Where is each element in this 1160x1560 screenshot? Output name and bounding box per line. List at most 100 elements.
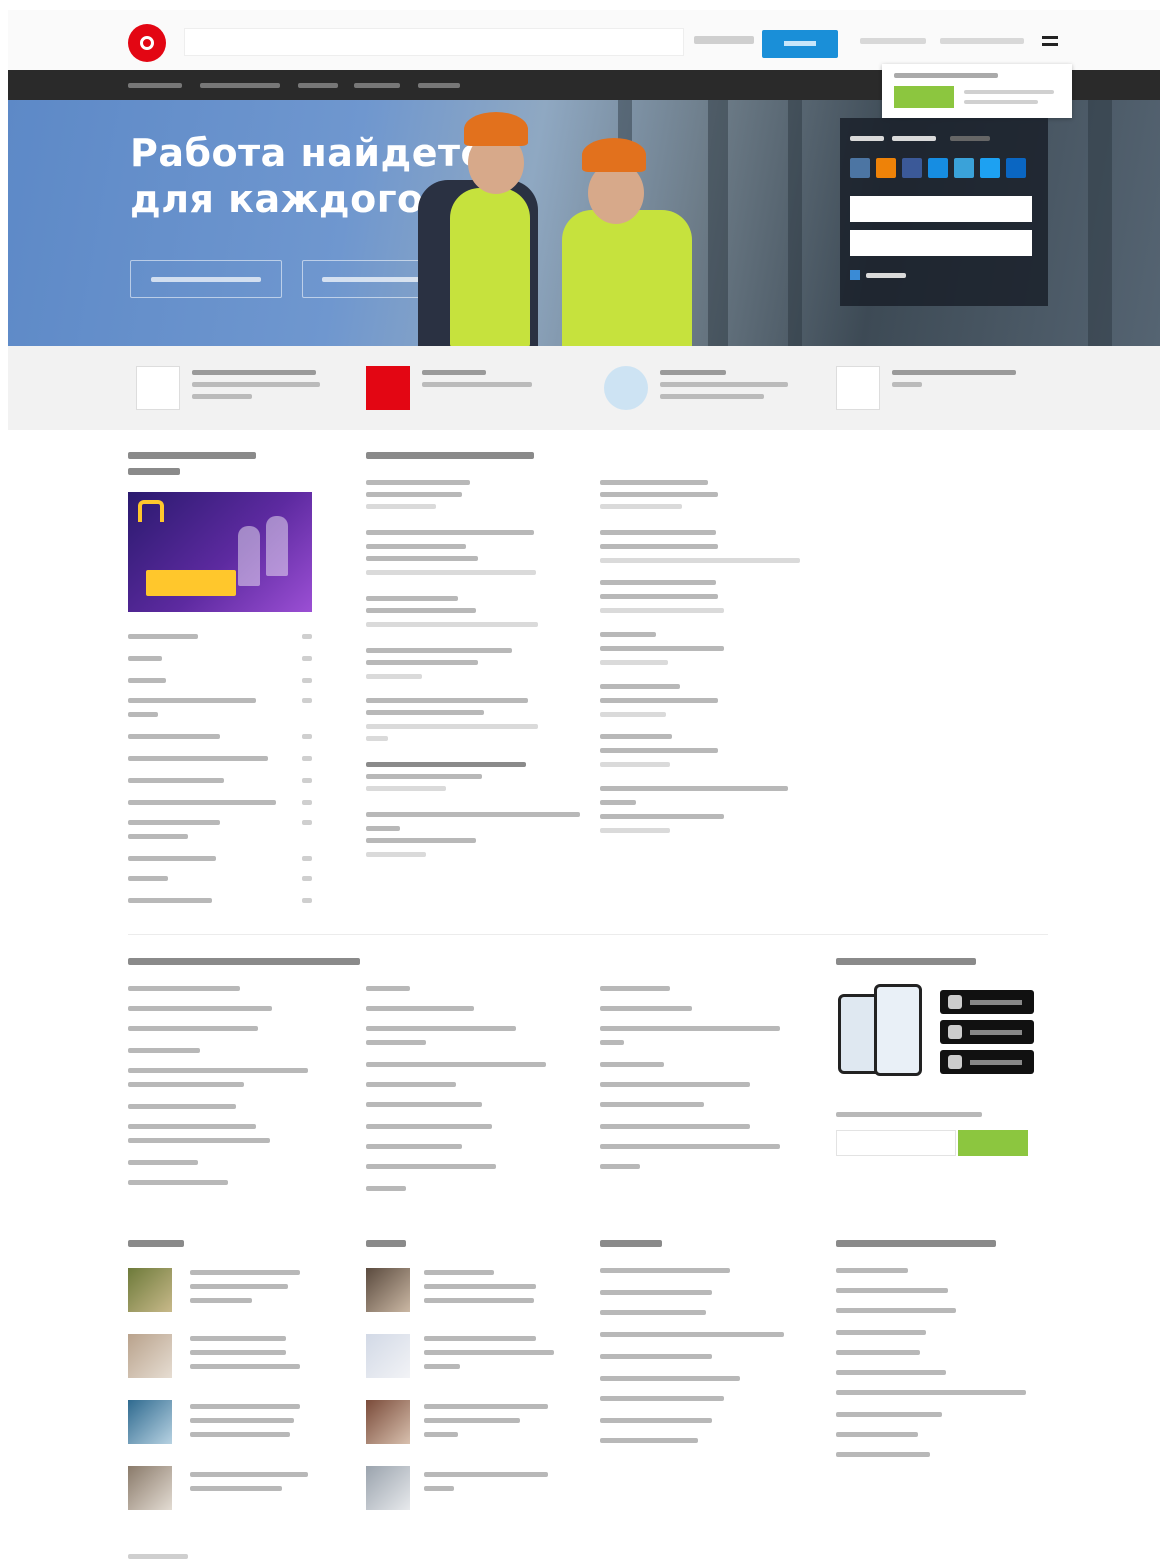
region-selector[interactable] [694,36,754,44]
list-link[interactable] [836,1330,926,1335]
company-link[interactable] [128,778,224,783]
vacancy-title[interactable] [366,480,470,485]
vacancy-title[interactable] [366,596,458,601]
profession-link[interactable] [366,986,410,991]
subscribe-email-input[interactable] [836,1130,956,1156]
company-link[interactable] [128,834,188,839]
profession-link[interactable] [600,1062,664,1067]
article-thumbnail[interactable] [366,1334,410,1378]
company-link[interactable] [128,800,276,805]
logo-icon[interactable] [128,24,166,62]
news-title[interactable] [190,1270,300,1275]
profession-link[interactable] [366,1006,474,1011]
profession-link[interactable] [128,1006,272,1011]
list-link[interactable] [836,1370,946,1375]
remember-checkbox[interactable] [850,270,860,280]
article-thumbnail[interactable] [366,1466,410,1510]
twitter-icon[interactable] [980,158,1000,178]
profession-link[interactable] [128,1026,258,1031]
vacancy-title[interactable] [600,530,716,535]
app-store-button[interactable] [940,990,1034,1014]
vacancy-title[interactable] [600,632,656,637]
article-thumbnail[interactable] [366,1268,410,1312]
google-icon[interactable] [954,158,974,178]
profession-link[interactable] [600,1144,780,1149]
windows-store-button[interactable] [940,1050,1034,1074]
profession-link[interactable] [128,1180,228,1185]
list-link[interactable] [600,1438,698,1443]
profession-link[interactable] [128,1104,236,1109]
profession-link[interactable] [128,986,240,991]
list-link[interactable] [600,1268,730,1273]
footer-link[interactable] [128,1554,188,1559]
article-thumbnail[interactable] [366,1400,410,1444]
employers-link[interactable] [860,38,926,44]
company-link[interactable] [128,634,198,639]
list-link[interactable] [600,1396,724,1401]
vacancy-title[interactable] [366,762,526,767]
company-link[interactable] [128,876,168,881]
vacancy-title[interactable] [366,648,512,653]
ok-icon[interactable] [876,158,896,178]
nav-item-1[interactable] [128,83,182,88]
news-thumbnail[interactable] [128,1334,172,1378]
popup-confirm-button[interactable] [894,86,954,108]
search-input[interactable] [184,28,684,56]
news-thumbnail[interactable] [128,1400,172,1444]
login-link[interactable] [940,38,1024,44]
company-link[interactable] [128,712,158,717]
profession-link[interactable] [600,1026,780,1031]
list-link[interactable] [836,1432,918,1437]
feature-item[interactable] [136,364,336,414]
company-link[interactable] [128,898,212,903]
article-title[interactable] [424,1404,548,1409]
list-link[interactable] [600,1332,784,1337]
list-link[interactable] [836,1268,908,1273]
profession-link[interactable] [128,1160,198,1165]
company-link[interactable] [128,656,162,661]
profession-link[interactable] [600,1102,704,1107]
company-link[interactable] [128,698,256,703]
login-tab[interactable] [892,136,936,141]
mailru-icon[interactable] [928,158,948,178]
profession-link[interactable] [366,1144,462,1149]
profession-link[interactable] [128,1124,256,1129]
hamburger-icon[interactable] [1042,36,1058,46]
list-link[interactable] [600,1290,712,1295]
list-link[interactable] [836,1390,1026,1395]
vacancy-title[interactable] [366,530,534,535]
profession-link[interactable] [128,1048,200,1053]
vacancy-title[interactable] [600,580,716,585]
company-link[interactable] [128,678,166,683]
nav-item-5[interactable] [418,83,460,88]
news-title[interactable] [190,1472,308,1477]
login-field[interactable] [850,196,1032,222]
popup-link[interactable] [964,90,1054,94]
profession-link[interactable] [366,1124,492,1129]
nav-item-2[interactable] [200,83,280,88]
vacancy-title[interactable] [600,786,788,791]
profession-link[interactable] [600,1082,750,1087]
vacancy-title[interactable] [600,480,708,485]
list-link[interactable] [600,1310,706,1315]
vacancy-title[interactable] [600,734,672,739]
profession-link[interactable] [600,1124,750,1129]
feature-item[interactable] [836,364,1036,414]
article-title[interactable] [424,1472,548,1477]
vacancy-title[interactable] [366,698,528,703]
profession-link[interactable] [366,1186,406,1191]
company-link[interactable] [128,820,220,825]
profession-link[interactable] [600,1164,640,1169]
login-tab[interactable] [950,136,990,141]
news-thumbnail[interactable] [128,1268,172,1312]
subscribe-button[interactable] [958,1130,1028,1156]
nav-item-4[interactable] [354,83,400,88]
linkedin-icon[interactable] [1006,158,1026,178]
popup-link[interactable] [964,100,1038,104]
login-tab[interactable] [850,136,884,141]
find-job-button[interactable] [130,260,282,298]
profession-link[interactable] [366,1082,456,1087]
vacancy-title[interactable] [600,684,680,689]
news-title[interactable] [190,1336,286,1341]
list-link[interactable] [836,1288,948,1293]
